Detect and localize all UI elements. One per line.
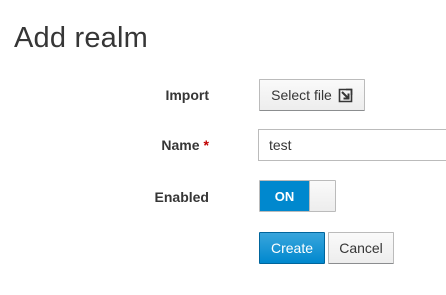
- toggle-handle[interactable]: [309, 181, 335, 211]
- page-title: Add realm: [14, 22, 148, 54]
- import-file-icon: [338, 88, 353, 103]
- enabled-label: Enabled: [154, 189, 209, 205]
- enabled-toggle[interactable]: ON: [259, 180, 336, 212]
- add-realm-page: Add realm Import Select file Name* Enabl…: [0, 0, 446, 295]
- name-label: Name *: [161, 137, 209, 153]
- required-mark: *: [203, 137, 209, 153]
- toggle-on-label: ON: [260, 181, 309, 211]
- name-label-text: Name: [161, 137, 200, 153]
- select-file-button[interactable]: Select file: [259, 79, 365, 111]
- create-button[interactable]: Create: [259, 232, 325, 264]
- import-label: Import: [165, 87, 209, 103]
- cancel-button[interactable]: Cancel: [328, 232, 394, 264]
- name-input[interactable]: [258, 129, 446, 161]
- select-file-label: Select file: [271, 87, 332, 103]
